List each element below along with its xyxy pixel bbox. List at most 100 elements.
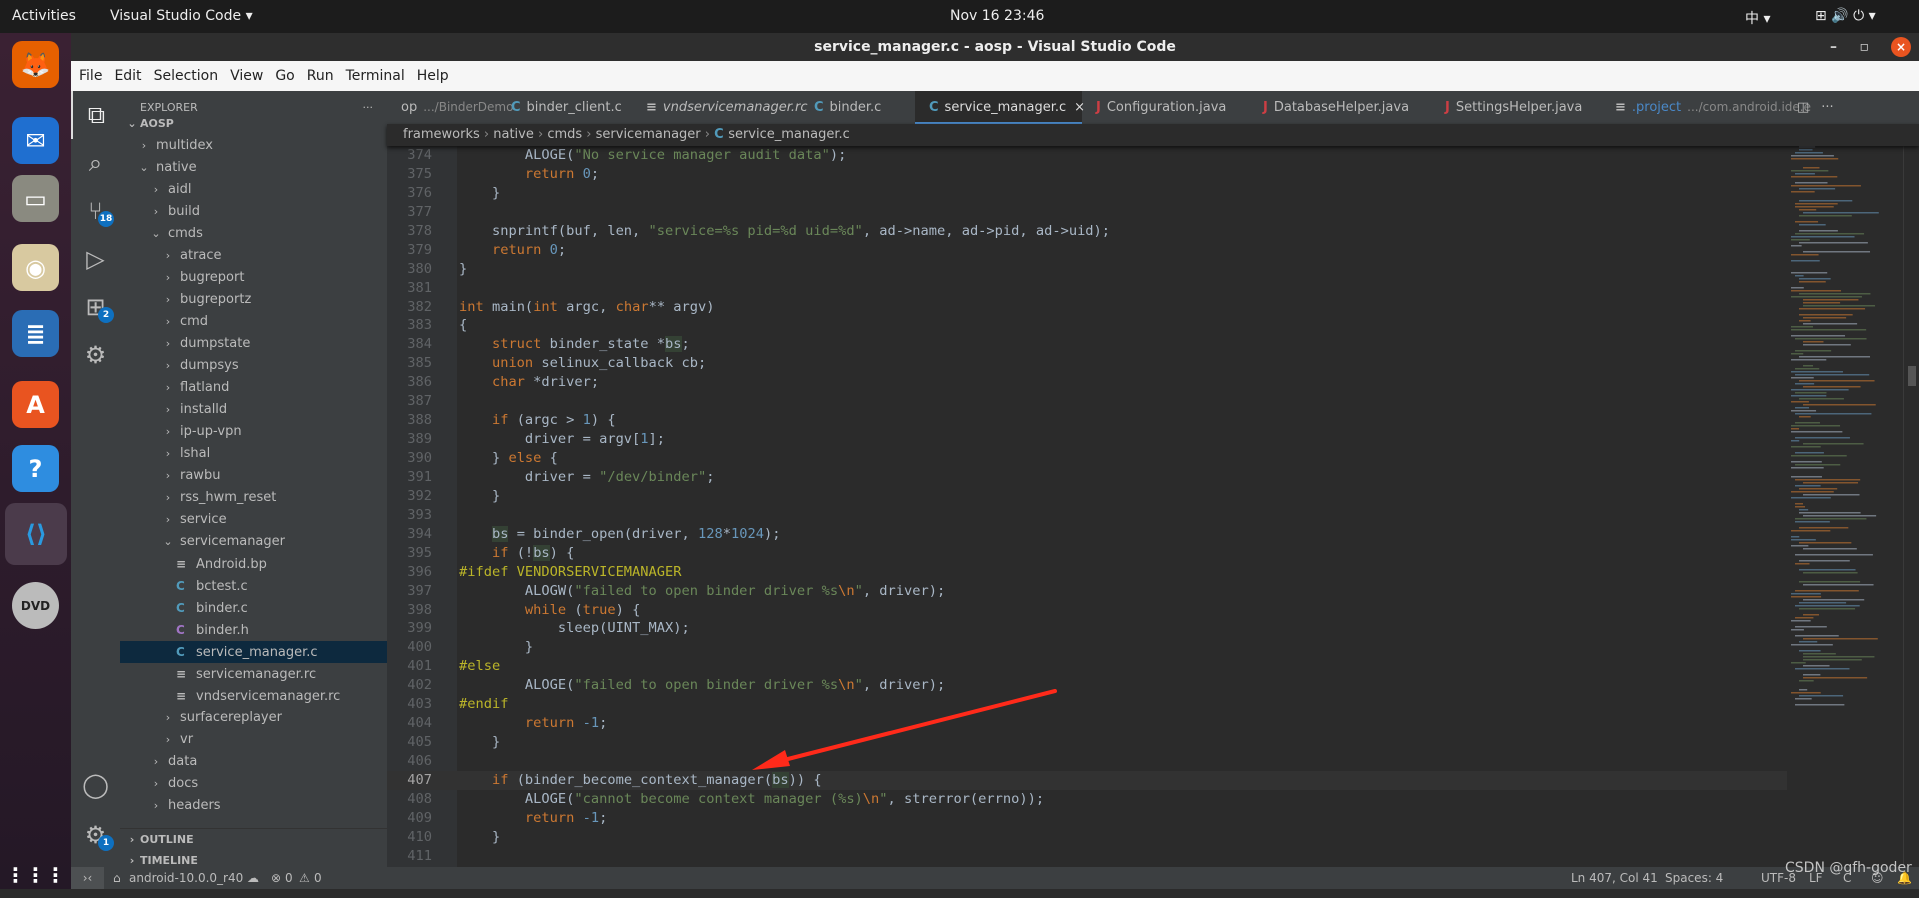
account-icon[interactable]: ◯ [71,761,120,809]
error-count[interactable]: 0 [285,867,293,889]
tree-item-flatland[interactable]: › flatland [120,377,387,399]
explorer-icon[interactable]: ⧉ [71,91,120,139]
cursor-position[interactable]: Ln 407, Col 41 [1571,867,1658,889]
menu-help[interactable]: Help [417,68,449,84]
tab-configuration-java[interactable]: J Configuration.java [1082,91,1249,124]
tree-item-rss-hwm-reset[interactable]: › rss_hwm_reset [120,487,387,509]
tree-item-servicemanager[interactable]: ⌄ servicemanager [120,531,387,553]
tree-item-binder-h[interactable]: Cbinder.h [120,619,387,641]
tree-item-installd[interactable]: › installd [120,399,387,421]
tree-item-ip-up-vpn[interactable]: › ip-up-vpn [120,421,387,443]
tree-item-service-manager-c[interactable]: Cservice_manager.c [120,641,387,663]
close-window-button[interactable]: × [1891,37,1911,57]
indentation[interactable]: Spaces: 4 [1665,867,1723,889]
tree-item-dumpstate[interactable]: › dumpstate [120,333,387,355]
tree-item-android-bp[interactable]: ≡ Android.bp [120,553,387,575]
minimap[interactable] [1787,146,1903,867]
tree-item-multidex[interactable]: › multidex [120,135,387,157]
minimap-line [1799,416,1811,418]
tab-databasehelper-java[interactable]: J DatabaseHelper.java [1249,91,1431,124]
clock[interactable]: Nov 16 23:46 [950,8,1044,24]
breadcrumb-item[interactable]: frameworks [403,127,480,142]
dock-firefox-icon[interactable]: 🦊 [12,41,59,88]
outline-section[interactable]: › OUTLINE [120,828,387,850]
more-actions-icon[interactable]: ··· [1815,91,1839,124]
tree-item-servicemanager-rc[interactable]: ≡ servicemanager.rc [120,663,387,685]
tree-item-atrace[interactable]: › atrace [120,245,387,267]
run-debug-icon[interactable]: ▷ [71,235,120,283]
activities-button[interactable]: Activities [12,8,76,24]
breadcrumb-item[interactable]: servicemanager [596,127,701,142]
maximize-button[interactable]: ▫ [1860,33,1870,61]
tree-item-build[interactable]: › build [120,201,387,223]
dock-vscode-icon[interactable]: ⟨⟩ [5,503,67,565]
dock-libreoffice-writer-icon[interactable]: ≣ [12,310,59,357]
tree-item-binder-c[interactable]: Cbinder.c [120,597,387,619]
dock-help-icon[interactable]: ? [12,445,59,492]
root-folder-aosp[interactable]: ⌄ AOSP [120,113,387,135]
tree-item-vr[interactable]: › vr [120,729,387,751]
app-menu[interactable]: Visual Studio Code ▾ [110,8,253,24]
menu-terminal[interactable]: Terminal [346,68,405,84]
minimap-line [1791,428,1800,430]
tree-item-bugreportz[interactable]: › bugreportz [120,289,387,311]
search-icon[interactable]: ⌕ [71,139,120,187]
tree-item-service[interactable]: › service [120,509,387,531]
tree-item-bugreport[interactable]: › bugreport [120,267,387,289]
menu-view[interactable]: View [230,68,263,84]
scrollbar-thumb[interactable] [1908,366,1916,386]
tree-item-surfacereplayer[interactable]: › surfacereplayer [120,707,387,729]
tree-item-data[interactable]: › data [120,751,387,773]
show-apps-grid-icon[interactable]: ⋮⋮⋮ [6,851,66,898]
menu-selection[interactable]: Selection [154,68,219,84]
tree-item-docs[interactable]: › docs [120,773,387,795]
vertical-scrollbar[interactable] [1903,146,1919,867]
dock-thunderbird-icon[interactable]: ✉ [12,117,59,164]
dock-software-icon[interactable]: A [12,381,59,428]
error-icon[interactable]: ⊗ [271,867,281,889]
minimize-button[interactable]: – [1830,33,1837,61]
tree-item-native[interactable]: ⌄ native [120,157,387,179]
tree-item-dumpsys[interactable]: › dumpsys [120,355,387,377]
source-control-icon[interactable]: ⑂ 18 [71,187,120,235]
tree-item-label: vr [180,732,194,747]
tab-vndservicemanager-rc[interactable]: ≡ vndservicemanager.rc [632,91,808,124]
menu-file[interactable]: File [79,68,102,84]
tree-item-cmds[interactable]: ⌄ cmds [120,223,387,245]
tab-settingshelper-java[interactable]: J SettingsHelper.java [1431,91,1601,124]
extensions-icon[interactable]: ⊞ 2 [71,283,120,331]
branch-name[interactable]: android-10.0.0_r40 [129,867,243,889]
tree-item-lshal[interactable]: › lshal [120,443,387,465]
tree-item-vndservicemanager-rc[interactable]: ≡ vndservicemanager.rc [120,685,387,707]
tab-binder-c[interactable]: Cbinder.c [800,91,915,124]
tab--project[interactable]: ≡ .project .../com.android.ide.e [1601,91,1811,124]
breadcrumb-item[interactable]: native [493,127,534,142]
dock-files-icon[interactable]: ▭ [12,175,59,222]
menu-go[interactable]: Go [275,68,294,84]
cpp-config-icon[interactable]: ⚙ [71,331,120,379]
warning-count[interactable]: 0 [314,867,322,889]
code-token: char [615,298,649,315]
tree-item-bctest-c[interactable]: Cbctest.c [120,575,387,597]
dock-dvd-icon[interactable]: DVD [12,582,59,629]
tab-binder-client-c[interactable]: Cbinder_client.c [497,91,632,124]
system-tray[interactable]: ⊞ 🔊 ⏻ ▾ [1815,8,1876,24]
code-editor[interactable]: 374 ALOGE("No service manager audit data… [387,146,1787,867]
settings-gear-icon[interactable]: ⚙ 1 [71,811,120,859]
remote-indicator-icon[interactable]: ›‹ [71,867,104,889]
breadcrumb-item[interactable]: service_manager.c [728,127,850,142]
breadcrumb-item[interactable]: cmds [547,127,582,142]
split-editor-icon[interactable]: ◫ [1791,91,1815,124]
input-method-menu[interactable]: 中 ▾ [1745,8,1770,28]
tree-item-headers[interactable]: › headers [120,795,387,817]
warning-icon[interactable]: ⚠ [299,867,310,889]
menu-edit[interactable]: Edit [114,68,141,84]
sync-icon[interactable]: ☁ [247,867,259,889]
dock-rhythmbox-icon[interactable]: ◉ [12,244,59,291]
tree-item-cmd[interactable]: › cmd [120,311,387,333]
tab-op[interactable]: op .../BinderDemo [387,91,513,124]
tree-item-rawbu[interactable]: › rawbu [120,465,387,487]
menu-run[interactable]: Run [307,68,334,84]
tree-item-aidl[interactable]: › aidl [120,179,387,201]
tab-service-manager-c[interactable]: Cservice_manager.c × [915,91,1085,124]
